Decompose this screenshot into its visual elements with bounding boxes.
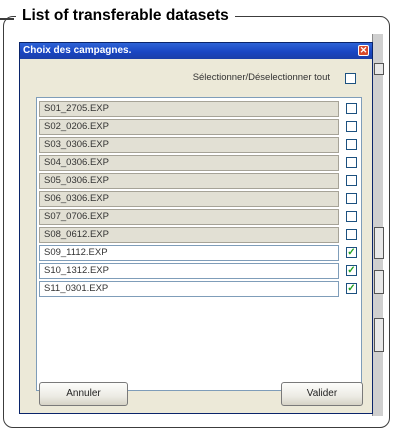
list-item[interactable]: S08_0612.EXP: [39, 227, 359, 243]
dataset-checkbox[interactable]: ✓: [346, 265, 357, 276]
dialog-title: Choix des campagnes.: [23, 45, 132, 56]
list-item[interactable]: S01_2705.EXP: [39, 101, 359, 117]
background-app-control: [374, 227, 384, 259]
select-all-row: Sélectionner/Déselectionner tout: [20, 71, 372, 87]
list-item[interactable]: S06_0306.EXP: [39, 191, 359, 207]
dataset-checkbox[interactable]: ✓: [346, 283, 357, 294]
dataset-name: S03_0306.EXP: [39, 137, 339, 153]
list-item[interactable]: S10_1312.EXP ✓: [39, 263, 359, 279]
dialog-titlebar: Choix des campagnes. ✕: [20, 43, 372, 59]
dataset-name: S05_0306.EXP: [39, 173, 339, 189]
dataset-name: S08_0612.EXP: [39, 227, 339, 243]
dataset-name: S10_1312.EXP: [39, 263, 339, 279]
dataset-name: S06_0306.EXP: [39, 191, 339, 207]
select-all-label: Sélectionner/Déselectionner tout: [192, 72, 330, 83]
dataset-checkbox[interactable]: [346, 175, 357, 186]
figure-title: List of transferable datasets: [0, 7, 235, 25]
background-app-control: [374, 63, 384, 75]
cancel-button[interactable]: Annuler: [39, 382, 128, 406]
list-item[interactable]: S07_0706.EXP: [39, 209, 359, 225]
dataset-checkbox[interactable]: [346, 103, 357, 114]
dataset-checkbox[interactable]: [346, 211, 357, 222]
background-app-control: [374, 318, 384, 352]
list-item[interactable]: S11_0301.EXP ✓: [39, 281, 359, 297]
dataset-checkbox[interactable]: [346, 121, 357, 132]
dataset-checkbox[interactable]: [346, 139, 357, 150]
dataset-name: S07_0706.EXP: [39, 209, 339, 225]
dataset-name: S09_1112.EXP: [39, 245, 339, 261]
list-item[interactable]: S05_0306.EXP: [39, 173, 359, 189]
dataset-name: S04_0306.EXP: [39, 155, 339, 171]
dataset-checkbox[interactable]: ✓: [346, 247, 357, 258]
list-item[interactable]: S02_0206.EXP: [39, 119, 359, 135]
close-icon: ✕: [359, 45, 368, 55]
dataset-name: S02_0206.EXP: [39, 119, 339, 135]
dataset-list: S01_2705.EXP S02_0206.EXP S03_0306.EXP S…: [36, 97, 362, 391]
dataset-name: S11_0301.EXP: [39, 281, 339, 297]
background-app-strip: [372, 34, 384, 416]
close-button[interactable]: ✕: [358, 45, 369, 56]
campaign-selection-dialog: Choix des campagnes. ✕ Sélectionner/Dése…: [19, 42, 373, 414]
dataset-checkbox[interactable]: [346, 229, 357, 240]
dataset-checkbox[interactable]: [346, 193, 357, 204]
list-item[interactable]: S03_0306.EXP: [39, 137, 359, 153]
list-item[interactable]: S04_0306.EXP: [39, 155, 359, 171]
dataset-name: S01_2705.EXP: [39, 101, 339, 117]
background-app-control: [374, 270, 384, 294]
select-all-checkbox[interactable]: [345, 73, 356, 84]
dataset-checkbox[interactable]: [346, 157, 357, 168]
validate-button[interactable]: Valider: [281, 382, 363, 406]
list-item[interactable]: S09_1112.EXP ✓: [39, 245, 359, 261]
